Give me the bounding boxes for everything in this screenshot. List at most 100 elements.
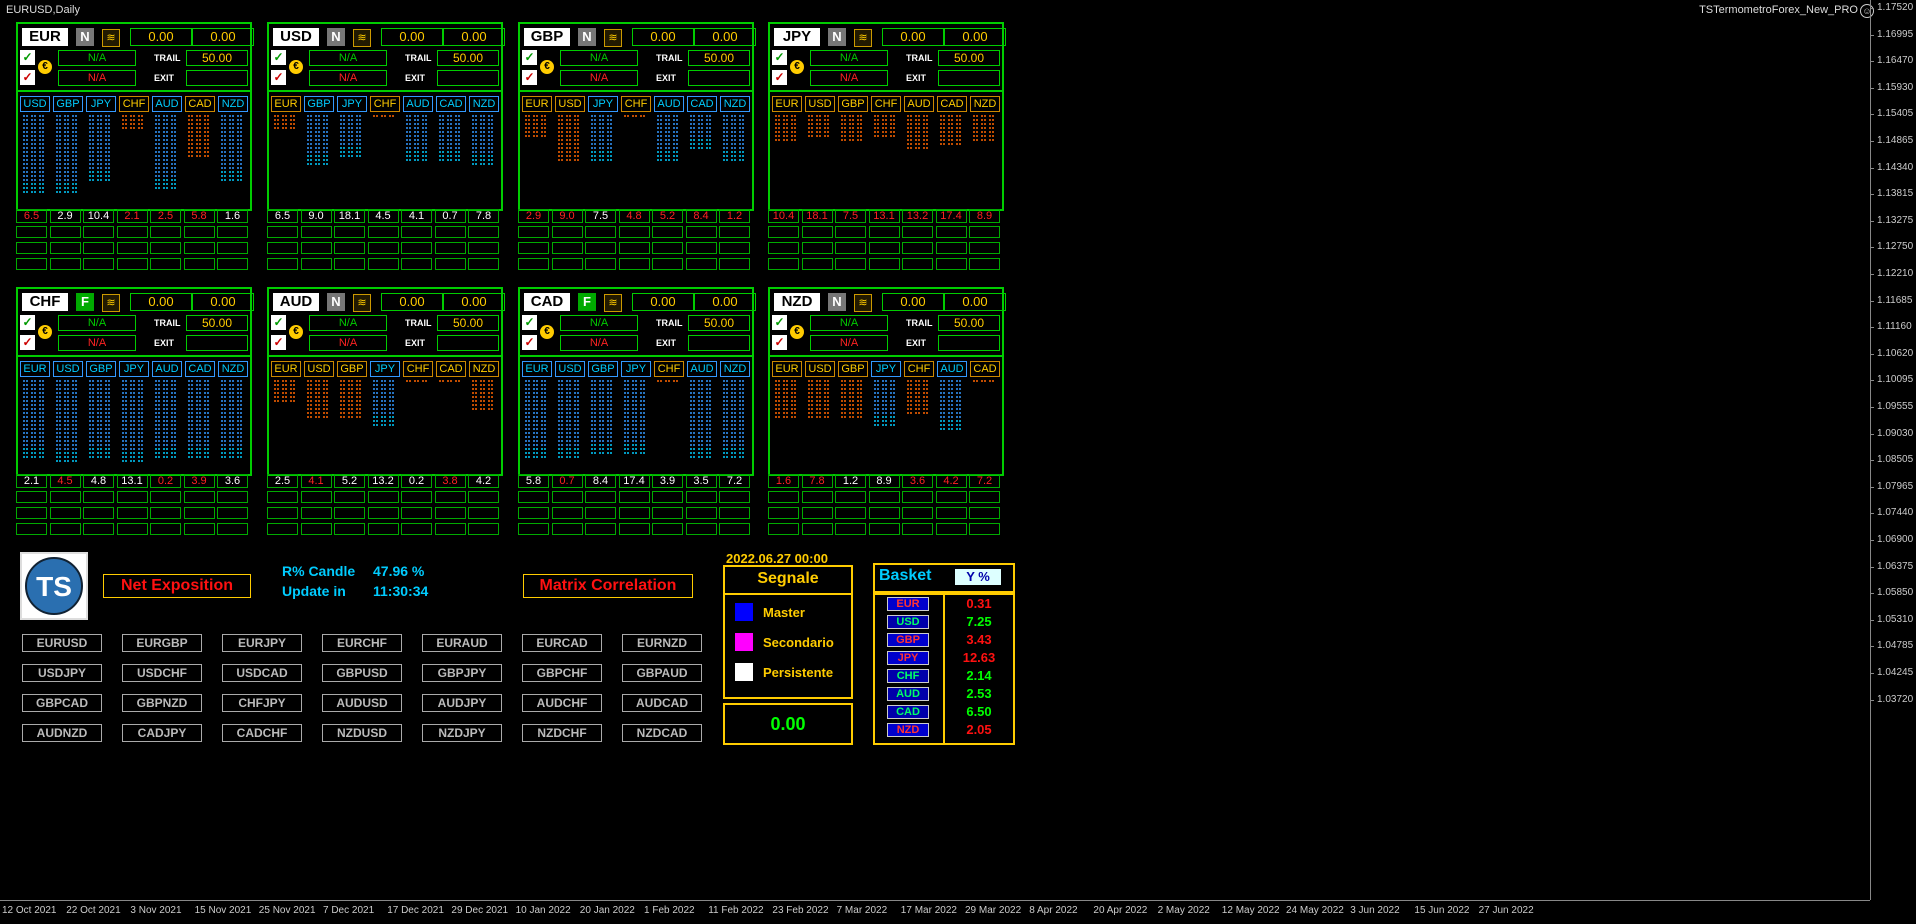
pair-tab[interactable]: CHF <box>871 96 901 112</box>
wave-icon[interactable]: ≋ <box>854 294 872 312</box>
pair-button-gbpchf[interactable]: GBPCHF <box>522 664 602 682</box>
pair-tab[interactable]: CAD <box>970 361 1000 377</box>
net-exposition-button[interactable]: Net Exposition <box>103 574 251 598</box>
pair-tab[interactable]: USD <box>555 96 585 112</box>
trend-flag-button[interactable]: N <box>76 28 94 46</box>
pair-button-usdchf[interactable]: USDCHF <box>122 664 202 682</box>
checkbox-icon[interactable]: ✓ <box>522 335 537 350</box>
trend-flag-button[interactable]: N <box>828 28 846 46</box>
pair-button-nzdcad[interactable]: NZDCAD <box>622 724 702 742</box>
pair-button-nzdchf[interactable]: NZDCHF <box>522 724 602 742</box>
pair-tab[interactable]: EUR <box>20 361 50 377</box>
wave-icon[interactable]: ≋ <box>353 29 371 47</box>
pair-tab[interactable]: JPY <box>588 96 618 112</box>
pair-button-audchf[interactable]: AUDCHF <box>522 694 602 712</box>
basket-currency-jpy[interactable]: JPY <box>887 651 929 665</box>
trail-input[interactable] <box>186 315 248 331</box>
pair-tab[interactable]: JPY <box>86 96 116 112</box>
basket-currency-eur[interactable]: EUR <box>887 597 929 611</box>
trail-input[interactable] <box>437 315 499 331</box>
euro-icon[interactable]: € <box>790 60 804 74</box>
matrix-correlation-button[interactable]: Matrix Correlation <box>523 574 693 598</box>
pair-tab[interactable]: AUD <box>904 96 934 112</box>
pair-tab[interactable]: GBP <box>337 361 367 377</box>
pair-tab[interactable]: GBP <box>86 361 116 377</box>
pair-tab[interactable]: GBP <box>838 361 868 377</box>
pair-tab[interactable]: CHF <box>119 96 149 112</box>
pair-tab[interactable]: NZD <box>970 96 1000 112</box>
checkbox-icon[interactable]: ✓ <box>271 70 286 85</box>
pair-tab[interactable]: JPY <box>871 361 901 377</box>
pair-button-eurchf[interactable]: EURCHF <box>322 634 402 652</box>
pair-tab[interactable]: AUD <box>403 96 433 112</box>
euro-icon[interactable]: € <box>540 60 554 74</box>
pair-tab[interactable]: CAD <box>687 96 717 112</box>
wave-icon[interactable]: ≋ <box>854 29 872 47</box>
exit-input[interactable] <box>186 70 248 86</box>
pair-button-nzdjpy[interactable]: NZDJPY <box>422 724 502 742</box>
wave-icon[interactable]: ≋ <box>604 294 622 312</box>
wave-icon[interactable]: ≋ <box>102 294 120 312</box>
pair-tab[interactable]: AUD <box>687 361 717 377</box>
pair-tab[interactable]: NZD <box>218 96 248 112</box>
pair-tab[interactable]: USD <box>805 96 835 112</box>
checkbox-icon[interactable]: ✓ <box>522 70 537 85</box>
pair-tab[interactable]: EUR <box>271 96 301 112</box>
pair-tab[interactable]: AUD <box>937 361 967 377</box>
trail-input[interactable] <box>437 50 499 66</box>
basket-currency-cad[interactable]: CAD <box>887 705 929 719</box>
pair-tab[interactable]: USD <box>53 361 83 377</box>
pair-button-gbpjpy[interactable]: GBPJPY <box>422 664 502 682</box>
trail-input[interactable] <box>688 50 750 66</box>
pair-tab[interactable]: NZD <box>218 361 248 377</box>
checkbox-icon[interactable]: ✓ <box>772 335 787 350</box>
checkbox-icon[interactable]: ✓ <box>20 335 35 350</box>
pair-button-gbpcad[interactable]: GBPCAD <box>22 694 102 712</box>
checkbox-icon[interactable]: ✓ <box>772 70 787 85</box>
exit-input[interactable] <box>938 70 1000 86</box>
checkbox-icon[interactable]: ✓ <box>522 315 537 330</box>
exit-input[interactable] <box>437 335 499 351</box>
checkbox-icon[interactable]: ✓ <box>772 315 787 330</box>
pair-tab[interactable]: USD <box>304 361 334 377</box>
pair-button-cadchf[interactable]: CADCHF <box>222 724 302 742</box>
pair-tab[interactable]: GBP <box>588 361 618 377</box>
pair-tab[interactable]: CHF <box>370 96 400 112</box>
pair-tab[interactable]: NZD <box>720 361 750 377</box>
pair-tab[interactable]: USD <box>20 96 50 112</box>
pair-tab[interactable]: NZD <box>469 361 499 377</box>
pair-tab[interactable]: NZD <box>469 96 499 112</box>
exit-input[interactable] <box>938 335 1000 351</box>
euro-icon[interactable]: € <box>289 60 303 74</box>
wave-icon[interactable]: ≋ <box>353 294 371 312</box>
pair-tab[interactable]: USD <box>555 361 585 377</box>
pair-tab[interactable]: CAD <box>937 96 967 112</box>
euro-icon[interactable]: € <box>38 325 52 339</box>
pair-tab[interactable]: CHF <box>621 96 651 112</box>
trend-flag-button[interactable]: N <box>828 293 846 311</box>
pair-tab[interactable]: EUR <box>772 361 802 377</box>
pair-button-gbpnzd[interactable]: GBPNZD <box>122 694 202 712</box>
pair-button-eurcad[interactable]: EURCAD <box>522 634 602 652</box>
pair-tab[interactable]: JPY <box>337 96 367 112</box>
trend-flag-button[interactable]: N <box>327 293 345 311</box>
pair-tab[interactable]: AUD <box>152 361 182 377</box>
pair-tab[interactable]: CHF <box>654 361 684 377</box>
pair-button-audnzd[interactable]: AUDNZD <box>22 724 102 742</box>
checkbox-icon[interactable]: ✓ <box>522 50 537 65</box>
checkbox-icon[interactable]: ✓ <box>271 50 286 65</box>
euro-icon[interactable]: € <box>540 325 554 339</box>
pair-tab[interactable]: JPY <box>119 361 149 377</box>
basket-currency-chf[interactable]: CHF <box>887 669 929 683</box>
wave-icon[interactable]: ≋ <box>102 29 120 47</box>
pair-button-chfjpy[interactable]: CHFJPY <box>222 694 302 712</box>
pair-button-eurjpy[interactable]: EURJPY <box>222 634 302 652</box>
checkbox-icon[interactable]: ✓ <box>20 70 35 85</box>
pair-button-audcad[interactable]: AUDCAD <box>622 694 702 712</box>
exit-input[interactable] <box>437 70 499 86</box>
exit-input[interactable] <box>186 335 248 351</box>
pair-button-cadjpy[interactable]: CADJPY <box>122 724 202 742</box>
pair-tab[interactable]: CAD <box>185 361 215 377</box>
pair-tab[interactable]: GBP <box>838 96 868 112</box>
pair-button-eurnzd[interactable]: EURNZD <box>622 634 702 652</box>
